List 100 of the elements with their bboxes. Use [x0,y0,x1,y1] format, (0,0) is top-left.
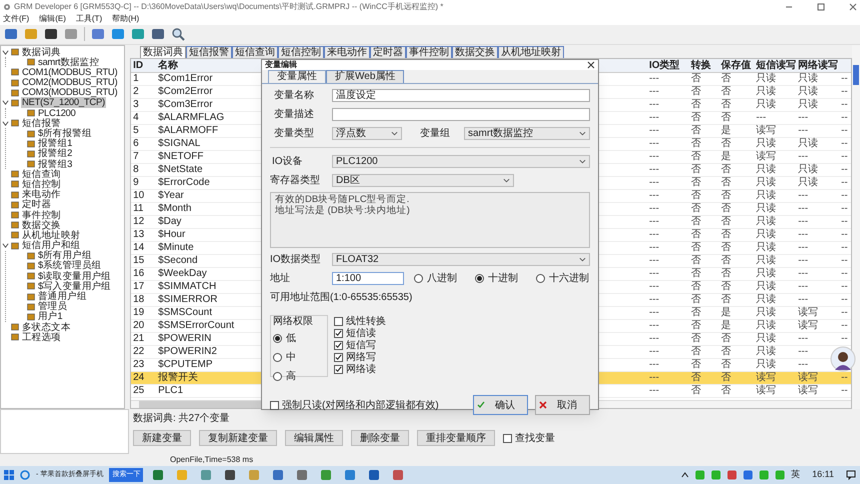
table-cell: $Com1Error [158,72,213,85]
table-cell: 否 [721,268,732,280]
table-cell: --- [798,228,808,241]
table-cell: 只读 [798,86,818,98]
checkbox-label: 查找变量 [515,432,555,446]
table-cell: --- [798,150,808,163]
table-cell: --- [649,228,660,241]
table-cell: 只读 [756,358,776,371]
table-cell: 否 [691,332,702,345]
table-cell: $Second [158,254,198,267]
table-cell: --- [649,358,660,371]
table-cell: 否 [721,346,732,358]
table-cell: --- [649,242,660,254]
table-cell: 否 [721,280,732,293]
table-cell: -- [841,98,848,111]
table-cell: --- [649,190,660,202]
table-cell: --- [649,202,660,215]
table-cell: -- [841,176,848,189]
table-cell: 读写 [756,124,776,137]
table-cell: 否 [721,86,732,98]
table-cell: 否 [691,164,702,176]
table-cell: -- [841,202,848,215]
table-cell: -- [841,242,848,254]
table-cell: 1 [133,72,139,85]
table-cell: 否 [721,176,732,189]
table-cell: 否 [691,280,702,293]
group-title: 网络权限 [273,316,314,327]
table-cell: -- [841,216,848,228]
table-cell: --- [649,176,660,189]
table-cell: --- [798,190,808,202]
table-cell: 8 [133,164,139,176]
table-cell: 否 [691,294,702,306]
table-cell: -- [841,280,848,293]
table-cell: PLC1 [158,384,184,397]
table-cell: -- [841,254,848,267]
table-cell: 否 [691,384,702,397]
table-cell: 19 [133,306,144,319]
checkbox-label: 线性转换 [346,314,386,328]
table-cell: 否 [691,216,702,228]
table-cell: 否 [721,242,732,254]
table-cell: 报警开关 [158,372,198,384]
table-cell: $WeekDay [158,268,207,280]
table-cell: $Day [158,216,182,228]
radio-label: 高 [286,370,296,384]
table-cell: -- [841,268,848,280]
table-cell: --- [649,280,660,293]
table-cell: $Com3Error [158,98,213,111]
table-cell: $Minute [158,242,194,254]
table-cell: --- [649,86,660,98]
table-cell: $CPUTEMP [158,358,213,371]
table-cell: 否 [721,112,732,124]
table-cell: 只读 [756,216,776,228]
table-cell: 读写 [798,384,818,397]
table-cell: $ALARMOFF [158,124,218,137]
table-cell: 否 [691,242,702,254]
table-cell: --- [649,138,660,150]
table-cell: --- [649,98,660,111]
table-cell: $Com2Error [158,86,213,98]
table-cell: 否 [691,346,702,358]
table-cell: 否 [691,112,702,124]
checkbox-label: 短信读 [346,326,376,340]
table-cell: 10 [133,190,144,202]
table-cell: $Year [158,190,184,202]
table-cell: -- [841,384,848,397]
table-cell: 否 [721,332,732,345]
table-cell: --- [798,268,808,280]
table-cell: 否 [721,202,732,215]
table-cell: --- [798,332,808,345]
table-cell: -- [841,138,848,150]
table-cell: 否 [691,228,702,241]
table-cell: 否 [691,358,702,371]
table-cell: $ErrorCode [158,176,210,189]
table-cell: 只读 [756,138,776,150]
window-title: GRM Developer 6 [GRM553Q-C] -- D:\360MoveData\Users\wq\Documents\平时测试.GRMPRJ -- (WinCC手机远程监控) * [14,0,444,13]
table-cell: $Hour [158,228,186,241]
table-cell: $SIMMATCH [158,280,216,293]
address-range-text: 可用地址范围(1:0-65535:65535) [270,290,414,305]
table-cell: 只读 [756,190,776,202]
table-cell: 否 [721,190,732,202]
table-cell: --- [649,254,660,267]
table-cell: 14 [133,242,144,254]
table-cell: 是 [721,320,732,332]
radio-label: 八进制 [427,272,457,286]
table-cell: --- [798,294,808,306]
table-cell: 9 [133,176,139,189]
table-cell: -- [841,190,848,202]
table-cell: $NetState [158,164,203,176]
field-label: 变量名称 [273,88,315,103]
table-cell: 只读 [798,164,818,176]
info-text: 地址写法是 (DB块号:块内地址) [275,205,411,216]
table-cell: $NETOFF [158,150,204,163]
table-cell: -- [841,124,848,137]
table-cell: 否 [691,268,702,280]
table-cell: 读写 [798,320,818,332]
table-cell: --- [649,346,660,358]
table-cell: 23 [133,358,144,371]
table-cell: 读写 [798,306,818,319]
field-label: 寄存器类型 [270,174,321,188]
table-cell: --- [649,384,660,397]
table-cell: 否 [691,124,702,137]
